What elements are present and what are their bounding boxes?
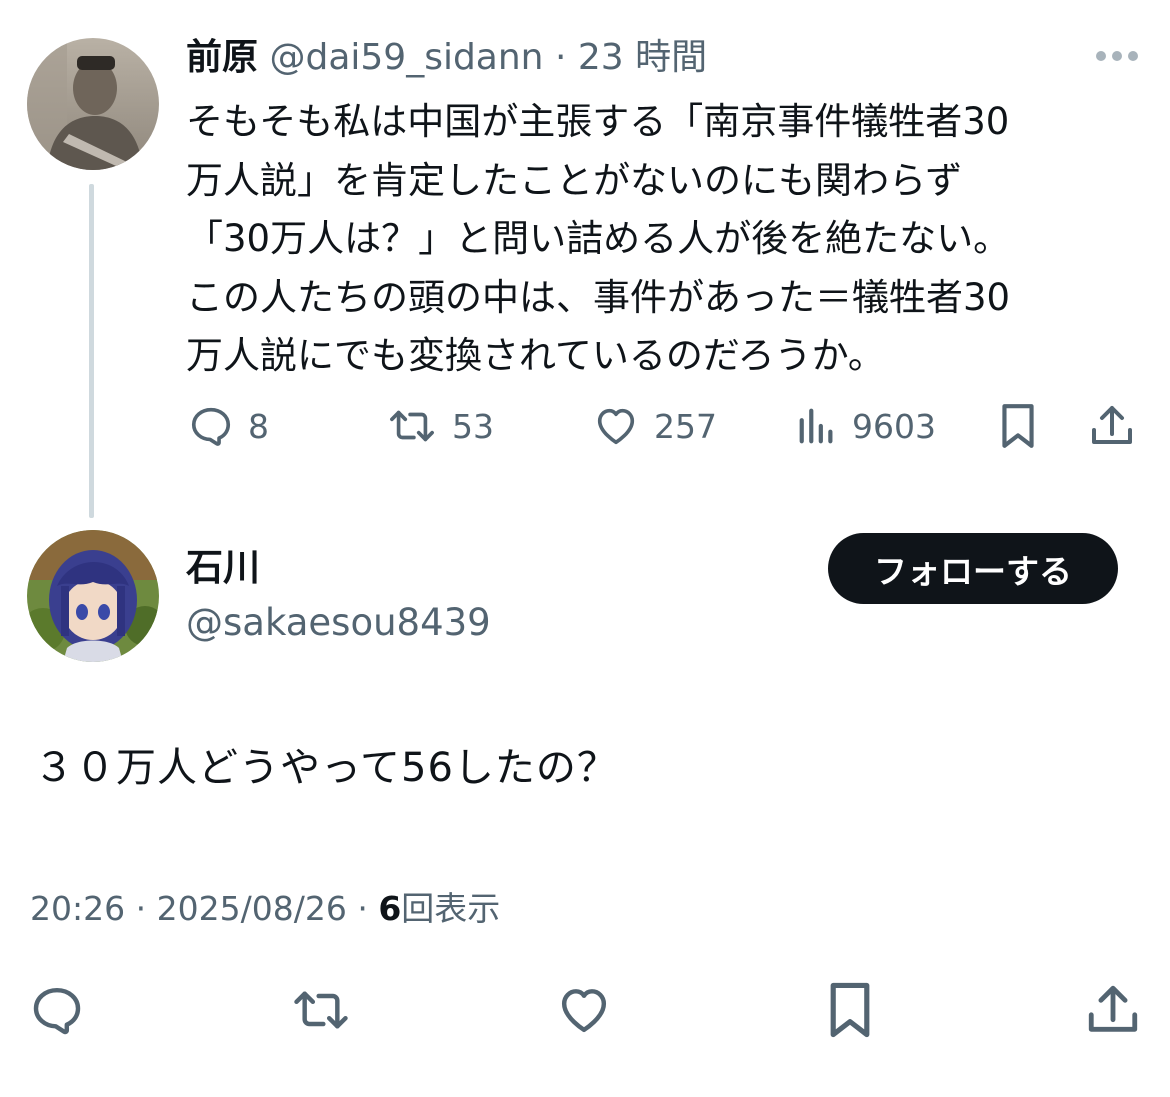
tweet-text-line: この人たちの頭の中は、事件があった＝犠牲者30: [186, 275, 1011, 319]
avatar[interactable]: [27, 38, 159, 170]
tweet-text-line: 「30万人は？」と問い詰める人が後を絶たない。: [186, 217, 1011, 260]
more-horizontal-icon[interactable]: [1094, 44, 1140, 68]
like-icon: [561, 989, 607, 1033]
reply-button[interactable]: 8: [188, 398, 269, 454]
views-icon: [799, 408, 833, 444]
tweet-meta: 20:26 · 2025/08/26 · 6回表示: [30, 884, 500, 934]
avatar[interactable]: [27, 530, 159, 662]
follow-button[interactable]: フォローする: [828, 533, 1118, 604]
display-name[interactable]: 石川: [186, 542, 260, 594]
user-handle[interactable]: @dai59_sidann: [269, 37, 543, 78]
separator-dot: ·: [135, 889, 147, 928]
views-count: 6: [378, 889, 402, 928]
timestamp[interactable]: 23 時間: [578, 37, 707, 78]
retweet-icon: [294, 991, 348, 1029]
reply-icon: [33, 987, 81, 1035]
tweet-text-line: 万人説にでも変換されているのだろうか。: [186, 334, 885, 377]
bookmark-icon: [1002, 404, 1034, 448]
tweet-text-line: そもそも私は中国が主張する「南京事件犠牲者30: [186, 100, 1010, 143]
retweet-icon: [390, 410, 434, 442]
thread-line: [89, 184, 94, 518]
reply-button[interactable]: [28, 980, 86, 1040]
separator-dot: ·: [357, 889, 368, 928]
like-button[interactable]: [554, 980, 614, 1040]
tweet-text: ３０万人どうやって56したの？: [34, 745, 618, 791]
share-icon: [1088, 985, 1138, 1032]
user-handle[interactable]: @sakaesou8439: [186, 597, 491, 649]
tweet-time[interactable]: 20:26: [30, 889, 125, 928]
tweet-text: そもそも私は中国が主張する「南京事件犠牲者30 万人説」を肯定したことがないのに…: [186, 93, 1146, 386]
avatar-photo: [27, 38, 159, 170]
like-count: 257: [654, 406, 717, 446]
share-button[interactable]: [1088, 398, 1136, 454]
reply-count: 8: [248, 406, 269, 446]
bookmark-icon: [830, 982, 870, 1038]
tweet-text-line: 万人説」を肯定したことがないのにも関わらず: [186, 158, 963, 202]
reply-icon: [191, 407, 231, 446]
share-button[interactable]: [1084, 978, 1142, 1042]
like-button[interactable]: 257: [592, 398, 717, 454]
tweet-date[interactable]: 2025/08/26: [157, 889, 347, 928]
display-name[interactable]: 前原: [186, 37, 258, 78]
retweet-button[interactable]: [288, 980, 354, 1040]
like-icon: [597, 408, 635, 445]
separator-dot: ·: [554, 37, 567, 78]
views-count: 9603: [852, 406, 936, 446]
views-button[interactable]: 9603: [796, 398, 936, 454]
share-icon: [1092, 406, 1132, 444]
bookmark-button[interactable]: [824, 978, 876, 1042]
retweet-count: 53: [452, 406, 494, 446]
bookmark-button[interactable]: [997, 398, 1039, 454]
retweet-button[interactable]: 53: [386, 398, 494, 454]
tweet-header: 前原 @dai59_sidann · 23 時間: [186, 34, 707, 82]
avatar-image: [27, 530, 159, 662]
views-label: 回表示: [401, 889, 501, 928]
